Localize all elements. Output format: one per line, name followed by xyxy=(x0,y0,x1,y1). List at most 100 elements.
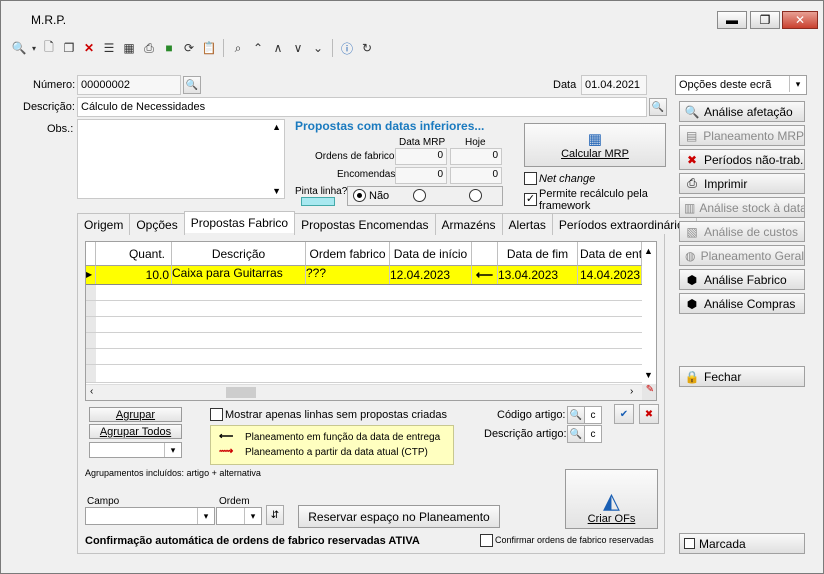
table-row[interactable] xyxy=(86,365,642,383)
fechar-button[interactable]: 🔒 Fechar xyxy=(679,366,805,387)
cell-data-fim[interactable]: 13.04.2023 xyxy=(498,266,578,284)
table-row[interactable] xyxy=(86,301,642,317)
descricao-search-icon[interactable]: 🔍 xyxy=(649,98,667,116)
cell-data-inicio[interactable]: 12.04.2023 xyxy=(390,266,472,284)
analise-stock-button[interactable]: ▥ Análise stock à data xyxy=(679,197,805,218)
codigo-search-icon[interactable]: 🔍 xyxy=(567,406,585,424)
tab-opcoes[interactable]: Opções xyxy=(129,213,185,235)
tab-alertas[interactable]: Alertas xyxy=(501,213,553,235)
cell-quant[interactable]: 10.0 xyxy=(96,266,172,284)
chevron-down-icon[interactable]: ▾ xyxy=(164,443,181,457)
ordem-combo[interactable]: ▾ xyxy=(216,507,262,525)
close-button[interactable]: ✕ xyxy=(782,11,818,29)
clipboard-icon[interactable]: 📋 xyxy=(201,40,217,56)
radio-option-2[interactable] xyxy=(413,189,426,202)
campo-combo[interactable]: ▾ xyxy=(85,507,215,525)
obs-textarea[interactable]: ▲ ▼ xyxy=(77,119,285,199)
permite-checkbox[interactable]: ✓ xyxy=(524,193,537,206)
grid-delete-icon[interactable]: ✎ xyxy=(642,384,656,400)
periodos-nao-trab-button[interactable]: ✖ Períodos não-trab. xyxy=(679,149,805,170)
agrupar-combo[interactable]: ▾ xyxy=(89,442,182,458)
copy-icon[interactable]: ❐ xyxy=(61,40,77,56)
minimize-button[interactable]: ▬ xyxy=(717,11,747,29)
grid-icon[interactable]: ▦ xyxy=(121,40,137,56)
table-row[interactable]: ▶ 10.0 Caixa para Guitarras ??? 12.04.20… xyxy=(86,266,642,285)
dropdown-icon[interactable]: ▾ xyxy=(31,40,37,56)
col-ordem-fabrico[interactable]: Ordem fabrico xyxy=(306,242,390,266)
planeamento-geral-button[interactable]: ◍ Planeamento Geral xyxy=(679,245,805,266)
cell-ordem-fabrico[interactable]: ??? xyxy=(306,266,390,284)
mostrar-checkbox[interactable] xyxy=(210,408,223,421)
agrupar-todos-button[interactable]: Agrupar Todos xyxy=(89,424,182,439)
planeamento-mrp-button[interactable]: ▤ Planeamento MRP xyxy=(679,125,805,146)
maximize-button[interactable]: ❐ xyxy=(750,11,780,29)
data-field[interactable]: 01.04.2021 xyxy=(581,75,647,95)
descricao-clear-icon[interactable]: c xyxy=(584,425,602,443)
cell-descricao[interactable]: Caixa para Guitarras xyxy=(172,266,306,284)
col-quant[interactable]: Quant. xyxy=(96,242,172,266)
search-icon[interactable]: 🔍 xyxy=(11,40,27,56)
analise-afetacao-button[interactable]: 🔍 Análise afetação xyxy=(679,101,805,122)
pinta-linha-swatch[interactable] xyxy=(301,197,335,206)
numero-search-icon[interactable]: 🔍 xyxy=(183,76,201,94)
sort-order-icon[interactable]: ⇵ xyxy=(266,505,284,525)
first-icon[interactable]: ⌃ xyxy=(250,40,266,56)
chevron-down-icon[interactable]: ▾ xyxy=(789,76,806,92)
tab-propostas-encomendas[interactable]: Propostas Encomendas xyxy=(294,213,436,235)
scroll-thumb[interactable] xyxy=(226,387,256,398)
scroll-up-icon[interactable]: ▲ xyxy=(644,246,653,256)
tab-propostas-fabrico[interactable]: Propostas Fabrico xyxy=(183,211,296,233)
radio-nao[interactable] xyxy=(353,189,366,202)
scroll-down-icon[interactable]: ▼ xyxy=(644,370,653,380)
next-icon[interactable]: ∨ xyxy=(290,40,306,56)
net-change-checkbox[interactable] xyxy=(524,172,537,185)
descricao-field[interactable]: Cálculo de Necessidades xyxy=(77,97,647,117)
radio-option-3[interactable] xyxy=(469,189,482,202)
col-data-fim[interactable]: Data de fim xyxy=(498,242,578,266)
print-icon[interactable]: ⎙ xyxy=(141,40,157,56)
scroll-up-icon[interactable]: ▲ xyxy=(272,122,281,132)
tab-origem[interactable]: Origem xyxy=(77,213,131,235)
analise-custos-button[interactable]: ▧ Análise de custos xyxy=(679,221,805,242)
last-icon[interactable]: ⌄ xyxy=(310,40,326,56)
codigo-clear-icon[interactable]: c xyxy=(584,406,602,424)
marcada-toggle[interactable]: Marcada xyxy=(679,533,805,554)
folder-icon[interactable]: ■ xyxy=(161,40,177,56)
numero-field[interactable]: 00000002 xyxy=(77,75,181,95)
table-row[interactable] xyxy=(86,285,642,301)
analise-fabrico-button[interactable]: ⬢ Análise Fabrico xyxy=(679,269,805,290)
horizontal-scrollbar[interactable]: ‹ › xyxy=(86,384,642,400)
chevron-down-icon[interactable]: ▾ xyxy=(197,508,214,524)
col-data-entrega[interactable]: Data de entre xyxy=(578,242,642,266)
scroll-left-icon[interactable]: ‹ xyxy=(90,386,93,397)
scroll-down-icon[interactable]: ▼ xyxy=(272,186,281,196)
help-icon[interactable]: ⓘ xyxy=(339,40,355,56)
col-arrow[interactable] xyxy=(472,242,498,266)
col-data-inicio[interactable]: Data de início xyxy=(390,242,472,266)
new-icon[interactable]: 🗋 xyxy=(41,40,57,56)
refresh-icon[interactable]: ⟳ xyxy=(181,40,197,56)
imprimir-button[interactable]: ⎙ Imprimir xyxy=(679,173,805,194)
reload-icon[interactable]: ↻ xyxy=(359,40,375,56)
chevron-down-icon[interactable]: ▾ xyxy=(244,508,261,524)
reservar-button[interactable]: Reservar espaço no Planeamento xyxy=(298,505,500,528)
marcada-checkbox[interactable] xyxy=(684,538,695,549)
cell-data-entrega[interactable]: 14.04.2023 xyxy=(578,266,642,284)
calcular-mrp-button[interactable]: ▦ Calcular MRP xyxy=(524,123,666,167)
table-row[interactable] xyxy=(86,333,642,349)
find-icon[interactable]: ⌕ xyxy=(230,40,246,56)
clear-filter-icon[interactable]: ✖ xyxy=(639,404,659,424)
confirmar-checkbox[interactable] xyxy=(480,534,493,547)
scroll-right-icon[interactable]: › xyxy=(630,386,633,397)
tab-periodos[interactable]: Períodos extraordinários xyxy=(551,213,697,235)
list-icon[interactable]: ☰ xyxy=(101,40,117,56)
previous-icon[interactable]: ∧ xyxy=(270,40,286,56)
descricao-search-icon[interactable]: 🔍 xyxy=(567,425,585,443)
agrupar-button[interactable]: Agrupar xyxy=(89,407,182,422)
table-row[interactable] xyxy=(86,349,642,365)
tab-armazens[interactable]: Armazéns xyxy=(434,213,503,235)
apply-filter-icon[interactable]: ✔ xyxy=(614,404,634,424)
opcoes-combo[interactable]: Opções deste ecrã ▾ xyxy=(675,75,807,95)
table-row[interactable] xyxy=(86,317,642,333)
analise-compras-button[interactable]: ⬢ Análise Compras xyxy=(679,293,805,314)
